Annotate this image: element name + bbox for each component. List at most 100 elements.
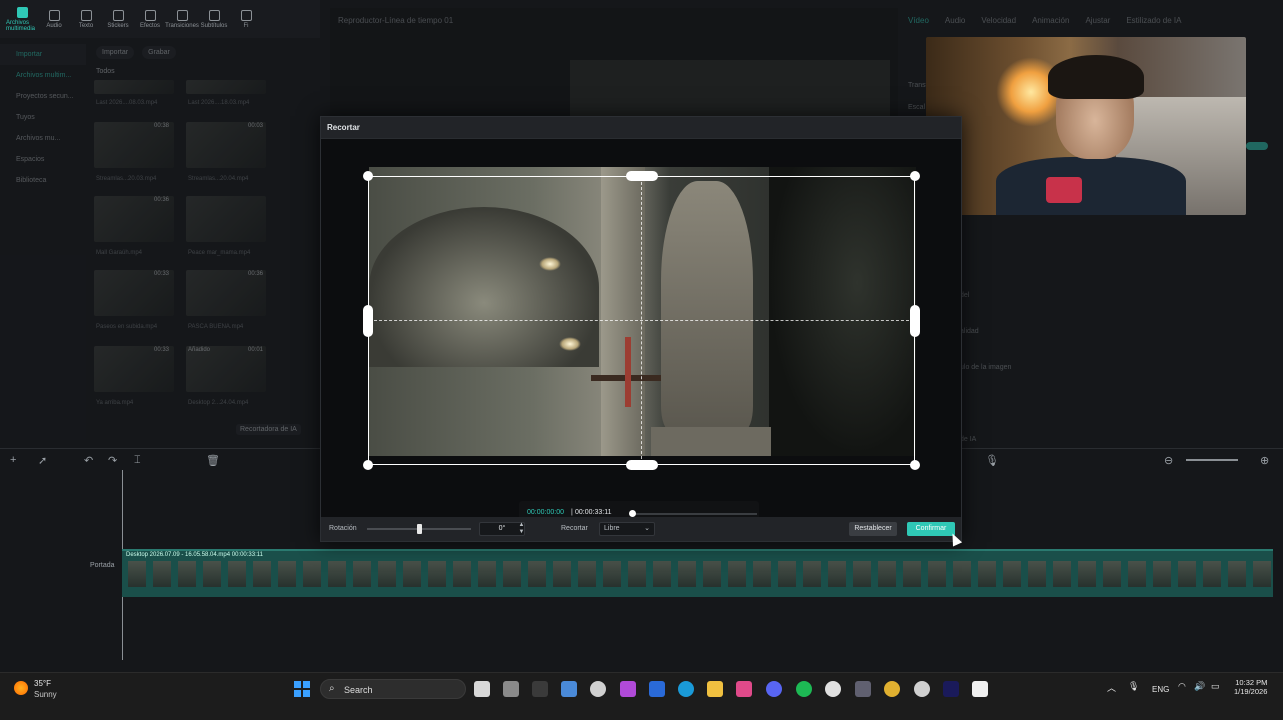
copilot-icon[interactable] [620, 681, 636, 697]
prop-label: alidad [960, 328, 979, 335]
confirm-button[interactable]: Confirmar [907, 522, 955, 536]
media-caption: Desktop 2...24.04.mp4 [188, 400, 249, 406]
app-icon[interactable] [736, 681, 752, 697]
sidebar-item-yours[interactable]: Tuyos [0, 107, 86, 128]
task-view-icon[interactable] [474, 681, 490, 697]
app-icon[interactable] [855, 681, 871, 697]
premiere-icon[interactable] [943, 681, 959, 697]
tab-video[interactable]: Vídeo [908, 16, 929, 25]
tab-text[interactable]: Texto [70, 0, 102, 38]
settings-icon[interactable] [590, 681, 606, 697]
filmora-icon[interactable] [972, 681, 988, 697]
record-button[interactable]: Grabar [142, 46, 176, 59]
mic-icon[interactable]: 🎙 [985, 454, 999, 467]
pointer-icon[interactable]: ➚ [38, 454, 47, 467]
app-icon[interactable] [503, 681, 519, 697]
sidebar-item-library[interactable]: Biblioteca [0, 170, 86, 191]
weather-sun-icon[interactable] [14, 681, 28, 695]
crop-handle-bottom-left[interactable] [363, 460, 373, 470]
media-library: Importar Grabar Todos Last 2026....08.03… [88, 40, 320, 440]
sidebar-item-projects[interactable]: Proyectos secun... [0, 86, 86, 107]
crop-handle-left[interactable] [363, 305, 373, 337]
add-icon[interactable]: + [10, 454, 16, 466]
tab-audio-props[interactable]: Audio [945, 16, 965, 25]
clip-frame [1003, 561, 1021, 587]
media-thumb[interactable] [186, 80, 266, 94]
delete-icon[interactable]: 🗑 [206, 454, 220, 467]
tab-animation[interactable]: Animación [1032, 16, 1069, 25]
video-clip-track[interactable]: Desktop 2026.07.09 - 16.05.58.04.mp4 00:… [122, 549, 1273, 597]
edge-icon[interactable] [678, 681, 694, 697]
app-icon[interactable] [649, 681, 665, 697]
clip-frame [1053, 561, 1071, 587]
weather-condition[interactable]: Sunny [34, 690, 57, 699]
crop-handle-right[interactable] [910, 305, 920, 337]
zoom-out-icon[interactable]: ⊖ [1164, 454, 1173, 467]
taskbar-search[interactable]: ⌕ Search [320, 679, 466, 699]
obs-icon[interactable] [825, 681, 841, 697]
file-explorer-icon[interactable] [707, 681, 723, 697]
crop-handle-top-left[interactable] [363, 171, 373, 181]
sidebar-item-spaces[interactable]: Espacios [0, 149, 86, 170]
calendar-icon[interactable] [561, 681, 577, 697]
crop-handle-top[interactable] [626, 171, 658, 181]
clip-frame [903, 561, 921, 587]
cover-label[interactable]: Portada [90, 562, 115, 569]
clip-frame [128, 561, 146, 587]
app-icon[interactable] [914, 681, 930, 697]
ai-cutout-button[interactable]: Recortadora de IA [236, 424, 301, 435]
clip-label: Desktop 2026.07.09 - 16.05.58.04.mp4 00:… [126, 552, 263, 558]
filter-all-label[interactable]: Todos [96, 68, 115, 75]
tab-media[interactable]: Archivos multimedia [6, 0, 38, 38]
crop-frame[interactable] [363, 171, 920, 470]
app-icon[interactable] [532, 681, 548, 697]
tab-subtitles[interactable]: Subtítulos [198, 0, 230, 38]
chrome-icon[interactable] [884, 681, 900, 697]
language-indicator[interactable]: ENG [1152, 685, 1169, 694]
undo-icon[interactable]: ↶ [84, 454, 93, 467]
tab-stickers[interactable]: Stickers [102, 0, 134, 38]
chevron-up-icon[interactable]: ︿ [1107, 681, 1116, 694]
sidebar-item-media[interactable]: Archivos multim... [0, 65, 86, 86]
tab-filters[interactable]: Fi [230, 0, 262, 38]
rotation-slider-handle[interactable] [417, 524, 422, 534]
crop-ratio-label: Recortar [561, 525, 588, 532]
rotation-stepper-icon[interactable]: ▲ ▼ [517, 522, 526, 536]
media-thumb[interactable] [186, 196, 266, 242]
crop-handle-top-right[interactable] [910, 171, 920, 181]
zoom-in-icon[interactable]: ⊕ [1260, 454, 1269, 467]
redo-icon[interactable]: ↷ [108, 454, 117, 467]
import-button[interactable]: Importar [96, 46, 135, 59]
taskbar-clock[interactable]: 10:32 PM 1/19/2026 [1234, 678, 1267, 696]
sidebar-item-files[interactable]: Archivos mu... [0, 128, 86, 149]
split-icon[interactable]: ⌶ [134, 454, 141, 467]
clock-date: 1/19/2026 [1234, 687, 1268, 696]
media-duration: 00:33 [154, 347, 170, 353]
reset-button[interactable]: Restablecer [849, 522, 897, 536]
start-button[interactable] [294, 681, 310, 697]
zoom-slider[interactable] [1186, 459, 1238, 461]
tab-effects[interactable]: Efectos [134, 0, 166, 38]
tab-ai-style[interactable]: Estilizado de IA [1126, 16, 1181, 25]
weather-temperature[interactable]: 35°F [34, 679, 51, 688]
tab-audio[interactable]: Audio [38, 0, 70, 38]
discord-icon[interactable] [766, 681, 782, 697]
spotify-icon[interactable] [796, 681, 812, 697]
clip-frame [1078, 561, 1096, 587]
crop-handle-bottom-right[interactable] [910, 460, 920, 470]
crop-ratio-select[interactable]: Libre ⌄ [599, 522, 655, 536]
mic-tray-icon[interactable]: 🎙 [1128, 681, 1139, 692]
tab-transitions[interactable]: Transiciones [165, 0, 199, 38]
toggle-switch[interactable] [1246, 142, 1268, 150]
crop-handle-bottom[interactable] [626, 460, 658, 470]
tab-adjust[interactable]: Ajustar [1085, 16, 1110, 25]
battery-icon[interactable]: ▭ [1211, 681, 1220, 692]
sidebar-item-import[interactable]: Importar [0, 44, 86, 65]
media-thumb[interactable] [94, 80, 174, 94]
volume-icon[interactable]: 🔊 [1194, 681, 1205, 692]
tab-speed[interactable]: Velocidad [981, 16, 1016, 25]
scrub-handle[interactable] [629, 510, 636, 517]
scrub-track[interactable] [631, 513, 757, 515]
sticker-icon [112, 9, 124, 21]
wifi-icon[interactable]: ◠ [1178, 681, 1186, 692]
